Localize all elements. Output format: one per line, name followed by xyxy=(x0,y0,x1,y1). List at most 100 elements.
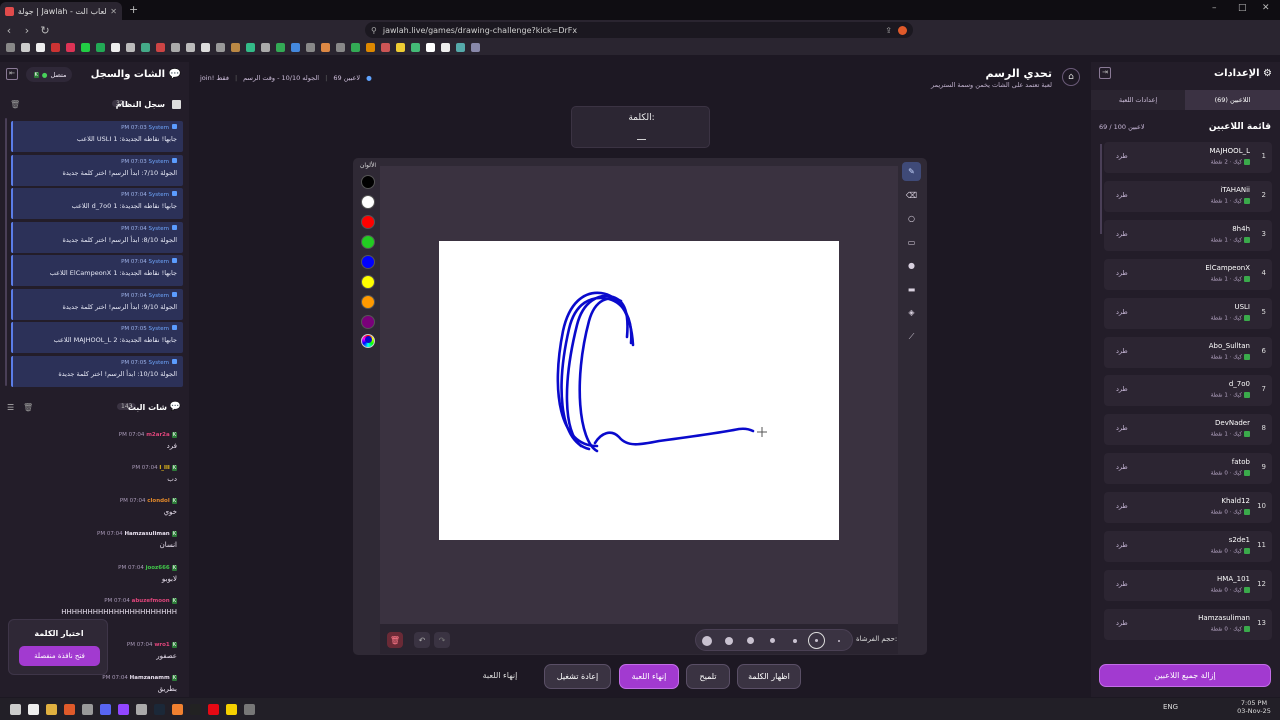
fill-bucket-tool-icon[interactable]: ◈ xyxy=(902,303,921,322)
minimize-button[interactable]: – xyxy=(1212,3,1217,13)
kick-player-button[interactable]: طرد xyxy=(1116,152,1128,160)
start-icon[interactable] xyxy=(10,703,21,715)
pencil-tool-icon[interactable]: ✎ xyxy=(902,162,921,181)
chat-username[interactable]: Hamzanamm xyxy=(130,675,170,681)
bookmark-icon[interactable] xyxy=(216,43,225,52)
bookmark-icon[interactable] xyxy=(351,43,360,52)
kick-icon[interactable] xyxy=(81,43,90,52)
back-icon[interactable]: ‹ xyxy=(0,24,18,37)
collapse-panel-icon[interactable]: ⇤ xyxy=(6,68,18,80)
home-icon[interactable]: ⌂ xyxy=(1062,68,1080,86)
bookmark-icon[interactable] xyxy=(51,43,60,52)
filter-icon[interactable]: ☰ xyxy=(7,403,14,412)
discord-icon[interactable] xyxy=(100,703,111,715)
rectangle-tool-icon[interactable]: ▭ xyxy=(902,233,921,252)
open-popup-button[interactable]: فتح نافذة منفصلة xyxy=(19,646,100,666)
brush-size-option-selected[interactable] xyxy=(808,632,825,649)
bookmark-icon[interactable] xyxy=(246,43,255,52)
taskbar-app-icon[interactable] xyxy=(190,703,201,715)
brave-icon[interactable] xyxy=(64,703,75,715)
bookmark-icon[interactable] xyxy=(381,43,390,52)
reveal-word-button[interactable]: اظهار الكلمة xyxy=(737,664,801,689)
filled-circle-tool-icon[interactable]: ● xyxy=(902,256,921,275)
brush-size-option[interactable] xyxy=(786,632,803,649)
brush-size-option[interactable] xyxy=(830,632,847,649)
clear-canvas-button[interactable]: 🗑 xyxy=(387,632,403,648)
maximize-button[interactable]: □ xyxy=(1238,3,1247,13)
log-scrollbar[interactable] xyxy=(5,118,7,386)
kick-player-button[interactable]: طرد xyxy=(1116,347,1128,355)
address-bar[interactable]: ⚲ jawlah.live/games/drawing-challenge?ki… xyxy=(365,22,913,38)
hint-button[interactable]: تلميح xyxy=(686,664,730,689)
taskbar-app-icon[interactable] xyxy=(172,703,183,715)
bookmark-icon[interactable] xyxy=(231,43,240,52)
taskbar-app-icon[interactable] xyxy=(82,703,93,715)
undo-button[interactable]: ↶ xyxy=(414,632,430,648)
twitch-icon[interactable] xyxy=(118,703,129,715)
bookmark-icon[interactable] xyxy=(186,43,195,52)
taskbar-app-icon[interactable] xyxy=(28,703,39,715)
bookmark-icon[interactable] xyxy=(21,43,30,52)
brush-size-option[interactable] xyxy=(764,632,781,649)
chat-username[interactable]: m2ar2a xyxy=(146,432,170,438)
bookmark-icon[interactable] xyxy=(171,43,180,52)
steam-icon[interactable] xyxy=(154,703,165,715)
kick-player-button[interactable]: طرد xyxy=(1116,269,1128,277)
language-indicator[interactable]: ENG xyxy=(1163,703,1178,711)
github-icon[interactable] xyxy=(126,43,135,52)
bookmark-icon[interactable] xyxy=(441,43,450,52)
kick-player-button[interactable]: طرد xyxy=(1116,580,1128,588)
taskbar-app-icon[interactable] xyxy=(136,703,147,715)
bookmark-icon[interactable] xyxy=(66,43,75,52)
color-swatch[interactable] xyxy=(361,175,375,189)
browser-tab[interactable]: جولة | Jawlah - منصة الألعاب الت... ✕ xyxy=(0,2,122,20)
bookmark-icon[interactable] xyxy=(261,43,270,52)
chat-username[interactable]: clondol xyxy=(147,498,169,504)
brush-size-option[interactable] xyxy=(698,632,715,649)
trash-icon[interactable]: 🗑 xyxy=(10,100,20,109)
bookmark-icon[interactable] xyxy=(276,43,285,52)
reload-icon[interactable]: ↻ xyxy=(36,24,54,37)
whatsapp-icon[interactable] xyxy=(96,43,105,52)
brush-size-option[interactable] xyxy=(720,632,737,649)
x-icon[interactable] xyxy=(36,43,45,52)
bookmark-icon[interactable] xyxy=(396,43,405,52)
kick-player-button[interactable]: طرد xyxy=(1116,191,1128,199)
folder-icon[interactable] xyxy=(46,703,57,715)
clock[interactable]: 7:05 PM 03-Nov-25 xyxy=(1236,699,1272,715)
end-game-label[interactable]: إنهاء اللعبة xyxy=(460,671,540,680)
bookmark-icon[interactable] xyxy=(156,43,165,52)
bookmark-icon[interactable] xyxy=(411,43,420,52)
bookmark-icon[interactable] xyxy=(366,43,375,52)
kick-player-button[interactable]: طرد xyxy=(1116,385,1128,393)
close-window-button[interactable]: ✕ xyxy=(1262,3,1270,13)
circle-tool-icon[interactable]: ○ xyxy=(902,209,921,228)
brave-shield-icon[interactable] xyxy=(898,25,907,35)
end-game-button[interactable]: إنهاء اللعبة xyxy=(619,664,679,689)
tab-game-settings[interactable]: إعدادات اللعبة xyxy=(1091,90,1185,110)
kick-player-button[interactable]: طرد xyxy=(1116,230,1128,238)
color-swatch[interactable] xyxy=(361,235,375,249)
trash-icon[interactable]: 🗑 xyxy=(23,403,33,412)
taskbar-app-icon[interactable] xyxy=(244,703,255,715)
bookmark-icon[interactable] xyxy=(291,43,300,52)
color-swatch[interactable] xyxy=(361,255,375,269)
drawing-canvas[interactable] xyxy=(439,241,839,540)
kick-player-button[interactable]: طرد xyxy=(1116,541,1128,549)
eraser-tool-icon[interactable]: ⌫ xyxy=(902,186,921,205)
filled-rectangle-tool-icon[interactable]: ▬ xyxy=(902,280,921,299)
color-swatch[interactable] xyxy=(361,275,375,289)
line-tool-icon[interactable]: ⟋ xyxy=(902,327,921,346)
apps-icon[interactable] xyxy=(6,43,15,52)
taskbar-app-icon[interactable] xyxy=(226,703,237,715)
color-swatch[interactable] xyxy=(361,295,375,309)
netflix-icon[interactable] xyxy=(208,703,219,715)
kick-player-button[interactable]: طرد xyxy=(1116,424,1128,432)
new-tab-button[interactable]: + xyxy=(129,3,138,16)
color-swatch[interactable] xyxy=(361,315,375,329)
bookmark-icon[interactable] xyxy=(471,43,480,52)
remove-all-players-button[interactable]: إزالة جميع اللاعبين xyxy=(1099,664,1271,687)
players-scrollbar[interactable] xyxy=(1100,144,1102,234)
color-swatch[interactable] xyxy=(361,215,375,229)
bookmark-icon[interactable] xyxy=(306,43,315,52)
